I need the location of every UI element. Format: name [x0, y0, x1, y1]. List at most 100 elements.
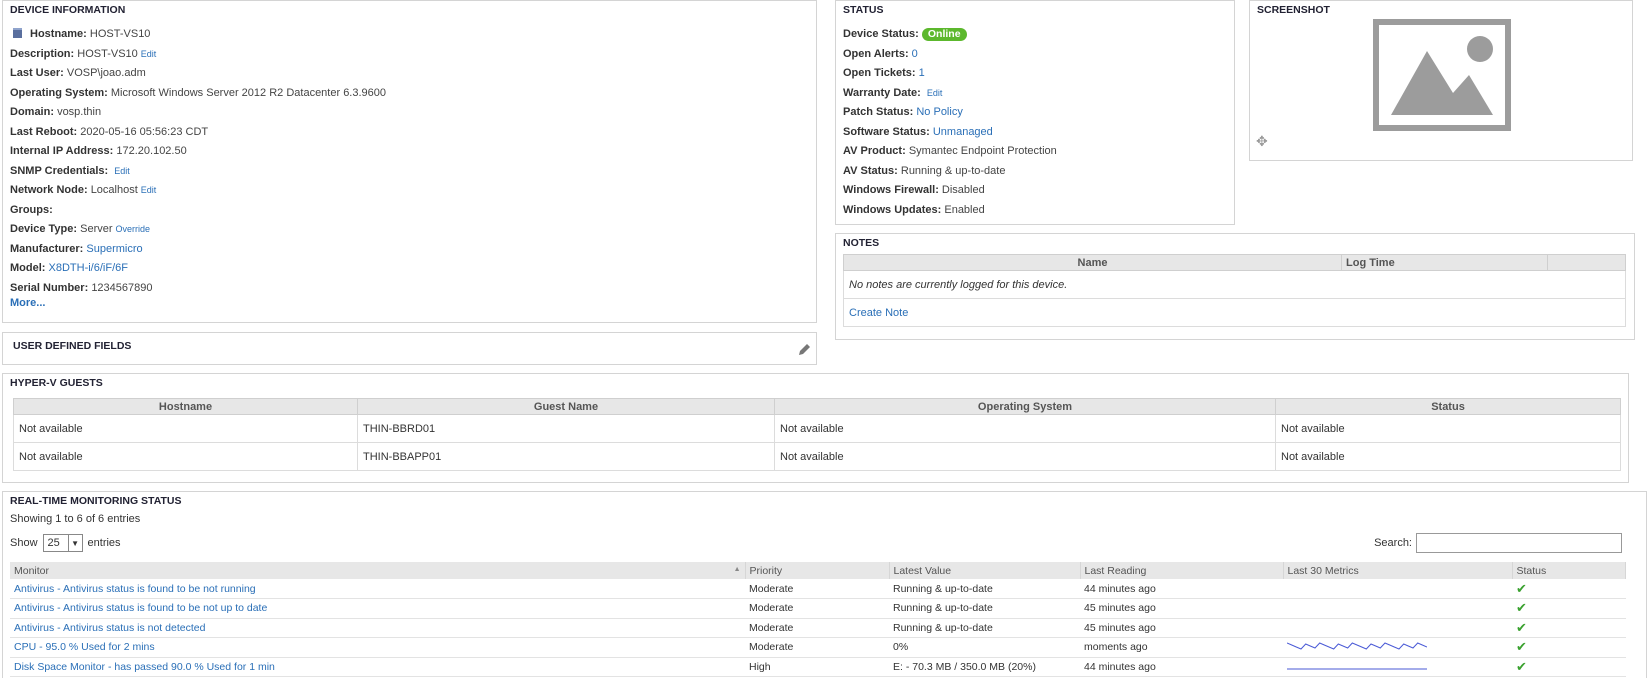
device-field-label: Last Reboot:: [10, 125, 78, 138]
status-field-value[interactable]: 1: [919, 67, 925, 79]
monitor-row: CPU - 95.0 % Used for 2 mins Moderate 0% mo…: [10, 637, 1626, 658]
hyperv-cell: THIN-BBRD01: [357, 414, 775, 443]
page-size-value: 25: [47, 537, 60, 549]
mon-col-priority[interactable]: Priority: [745, 562, 890, 579]
device-field-row: Last Reboot: 2020-05-16 05:56:23 CDT: [10, 123, 386, 143]
hyperv-col-os[interactable]: Operating System: [774, 398, 1276, 415]
notes-col-name[interactable]: Name: [843, 254, 1342, 271]
status-field-edit-link[interactable]: Edit: [927, 88, 943, 98]
notes-col-logtime[interactable]: Log Time: [1341, 254, 1548, 271]
priority-cell: High: [745, 657, 889, 677]
hyperv-table: Hostname Guest Name Operating System Sta…: [13, 398, 1621, 471]
mon-col-latest[interactable]: Latest Value: [889, 562, 1081, 579]
status-field-row: Software Status: Unmanaged: [843, 123, 1057, 143]
device-field-label: Hostname:: [30, 28, 87, 40]
monitor-link[interactable]: Disk Space Monitor - has passed 90.0 % U…: [14, 661, 275, 673]
priority-cell: Moderate: [745, 618, 889, 638]
notes-title: NOTES: [843, 237, 880, 249]
status-field-label: Patch Status:: [843, 106, 914, 118]
device-field-row: Internal IP Address: 172.20.102.50: [10, 142, 386, 162]
status-field-value: Disabled: [941, 184, 985, 196]
hyperv-col-guestname[interactable]: Guest Name: [357, 398, 775, 415]
monitor-link[interactable]: Antivirus - Antivirus status is not dete…: [14, 622, 205, 634]
monitor-cell: Antivirus - Antivirus status is found to…: [10, 598, 745, 619]
status-cell: ✔: [1512, 618, 1626, 638]
hyperv-cell: Not available: [774, 414, 1276, 443]
metrics-cell: [1283, 598, 1512, 619]
status-field-label: Open Alerts:: [843, 47, 909, 60]
device-field-edit-link[interactable]: Edit: [114, 166, 130, 176]
hyperv-guests-panel: HYPER-V GUESTS Hostname Guest Name Opera…: [2, 373, 1629, 483]
monitor-link[interactable]: Antivirus - Antivirus status is found to…: [14, 583, 256, 595]
hyperv-col-status[interactable]: Status: [1275, 398, 1621, 415]
status-field-row: Warranty Date: Edit: [843, 84, 1057, 104]
priority-cell: Moderate: [745, 637, 889, 658]
device-field-row: Description: HOST-VS10 Edit: [10, 45, 386, 65]
online-badge: Online: [921, 28, 967, 41]
hyperv-row: Not available THIN-BBRD01 Not available Not…: [13, 414, 1621, 443]
image-placeholder-icon[interactable]: [1373, 19, 1511, 131]
last-reading-cell: 45 minutes ago: [1080, 618, 1283, 638]
create-note-link[interactable]: Create Note: [849, 307, 908, 319]
page-size-select[interactable]: 25 ▼: [42, 534, 83, 552]
monitor-link[interactable]: Antivirus - Antivirus status is found to…: [14, 602, 267, 614]
status-field-label: AV Product:: [843, 145, 906, 157]
check-icon: ✔: [1516, 600, 1527, 616]
monitor-row: Antivirus - Antivirus status is found to…: [10, 579, 1626, 599]
status-fields: Device Status: Online Open Alerts: 0 Open…: [843, 25, 1057, 220]
status-field-label: AV Status:: [843, 164, 898, 177]
mon-col-monitor[interactable]: Monitor ▲: [10, 562, 746, 579]
device-field-label: Model:: [10, 262, 46, 274]
device-field-row: SNMP Credentials: Edit: [10, 162, 386, 182]
monitoring-panel: REAL-TIME MONITORING STATUS Showing 1 to…: [2, 491, 1647, 678]
status-field-value: Enabled: [944, 203, 985, 216]
device-field-value[interactable]: X8DTH-i/6/iF/6F: [49, 262, 128, 274]
check-icon: ✔: [1516, 658, 1527, 674]
device-field-edit-link[interactable]: Edit: [141, 49, 157, 59]
hyperv-col-hostname[interactable]: Hostname: [13, 398, 358, 415]
latest-value-cell: E: - 70.3 MB / 350.0 MB (20%): [889, 657, 1080, 677]
device-field-edit-link[interactable]: Override: [116, 224, 151, 234]
device-field-value: 172.20.102.50: [116, 145, 187, 157]
device-field-value[interactable]: Supermicro: [86, 243, 142, 255]
metrics-cell: [1283, 618, 1512, 638]
device-information-title: DEVICE INFORMATION: [10, 4, 126, 16]
monitor-cell: Antivirus - Antivirus status is not dete…: [10, 618, 745, 638]
latest-value-cell: Running & up-to-date: [889, 579, 1080, 599]
device-field-label: Last User:: [10, 67, 64, 79]
device-field-label: Device Type:: [10, 223, 78, 235]
status-field-row: Open Tickets: 1: [843, 64, 1057, 84]
device-field-row: Hostname: HOST-VS10: [10, 25, 386, 45]
sparkline: [1286, 642, 1428, 650]
status-field-value[interactable]: No Policy: [916, 106, 962, 118]
device-field-row: Model: X8DTH-i/6/iF/6F: [10, 259, 386, 279]
device-field-value: Microsoft Windows Server 2012 R2 Datacen…: [110, 86, 387, 99]
monitor-link[interactable]: CPU - 95.0 % Used for 2 mins: [14, 641, 155, 653]
hyperv-row: Not available THIN-BBAPP01 Not available No…: [13, 442, 1621, 471]
status-field-value[interactable]: 0: [912, 48, 918, 60]
mon-col-status[interactable]: Status: [1512, 562, 1626, 579]
mon-col-metrics[interactable]: Last 30 Metrics: [1283, 562, 1513, 579]
device-field-label: Network Node:: [10, 184, 88, 196]
mon-col-monitor-label: Monitor: [14, 564, 50, 577]
metrics-cell: [1283, 579, 1512, 599]
search-input[interactable]: [1416, 533, 1622, 553]
device-field-edit-link[interactable]: Edit: [141, 185, 157, 195]
monitor-row: Antivirus - Antivirus status is not dete…: [10, 618, 1626, 638]
move-crosshair-icon[interactable]: ✥: [1256, 133, 1268, 150]
status-field-label: Warranty Date:: [843, 86, 921, 99]
latest-value-cell: 0%: [889, 637, 1080, 658]
search-label: Search:: [1374, 537, 1412, 549]
mon-col-reading[interactable]: Last Reading: [1080, 562, 1284, 579]
device-field-label: Manufacturer:: [10, 242, 84, 255]
screenshot-title: SCREENSHOT: [1257, 4, 1330, 16]
device-field-label: Serial Number:: [10, 281, 89, 294]
hyperv-cell: Not available: [1275, 414, 1621, 443]
status-field-row: AV Status: Running & up-to-date: [843, 162, 1057, 182]
hyperv-title: HYPER-V GUESTS: [10, 377, 103, 389]
device-field-row: Groups:: [10, 201, 386, 221]
status-field-value[interactable]: Unmanaged: [933, 126, 993, 138]
chevron-down-icon: ▼: [67, 535, 82, 551]
more-link[interactable]: More...: [10, 297, 45, 309]
pencil-edit-icon[interactable]: [798, 343, 811, 356]
